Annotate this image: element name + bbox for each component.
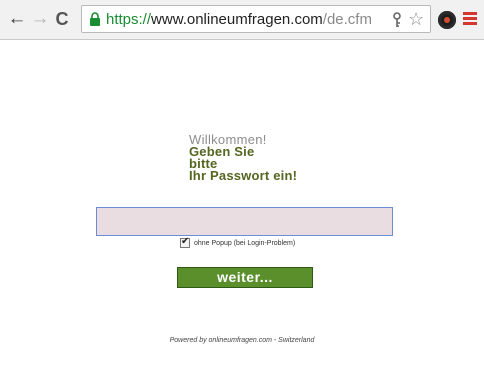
reload-icon: C: [55, 9, 69, 29]
no-popup-label: ohne Popup (bei Login-Problem): [194, 240, 296, 247]
url-text: https://www.onlineumfragen.com/de.cfm: [106, 11, 372, 29]
back-arrow-icon: ←: [7, 8, 27, 29]
forward-button[interactable]: →: [30, 8, 50, 30]
password-input[interactable]: [96, 207, 393, 236]
url-path: /de.cfm: [322, 11, 372, 28]
url-host: www.onlineumfragen.com: [151, 11, 323, 28]
key-icon[interactable]: [392, 12, 402, 28]
url-scheme: https://: [106, 11, 152, 28]
welcome-message: Willkommen! Geben Sie bitte Ihr Passwort…: [189, 133, 298, 183]
menu-icon[interactable]: [463, 12, 477, 26]
lock-icon: [90, 12, 100, 26]
browser-toolbar: ← → C https://www.onlineumfragen.com/de.…: [0, 0, 484, 40]
reload-button[interactable]: C: [51, 8, 73, 30]
prompt-line-3: Ihr Passwort ein!: [189, 168, 298, 183]
back-button[interactable]: ←: [7, 8, 27, 30]
forward-arrow-icon: →: [30, 8, 50, 29]
no-popup-checkbox[interactable]: [180, 236, 190, 248]
address-bar[interactable]: https://www.onlineumfragen.com/de.cfm ☆: [81, 5, 431, 33]
continue-button[interactable]: weiter...: [177, 267, 313, 288]
bookmark-star-icon[interactable]: ☆: [408, 9, 424, 29]
footer-text: Powered by onlineumfragen.com - Switzerl…: [169, 337, 315, 344]
extension-icon[interactable]: [438, 11, 456, 29]
